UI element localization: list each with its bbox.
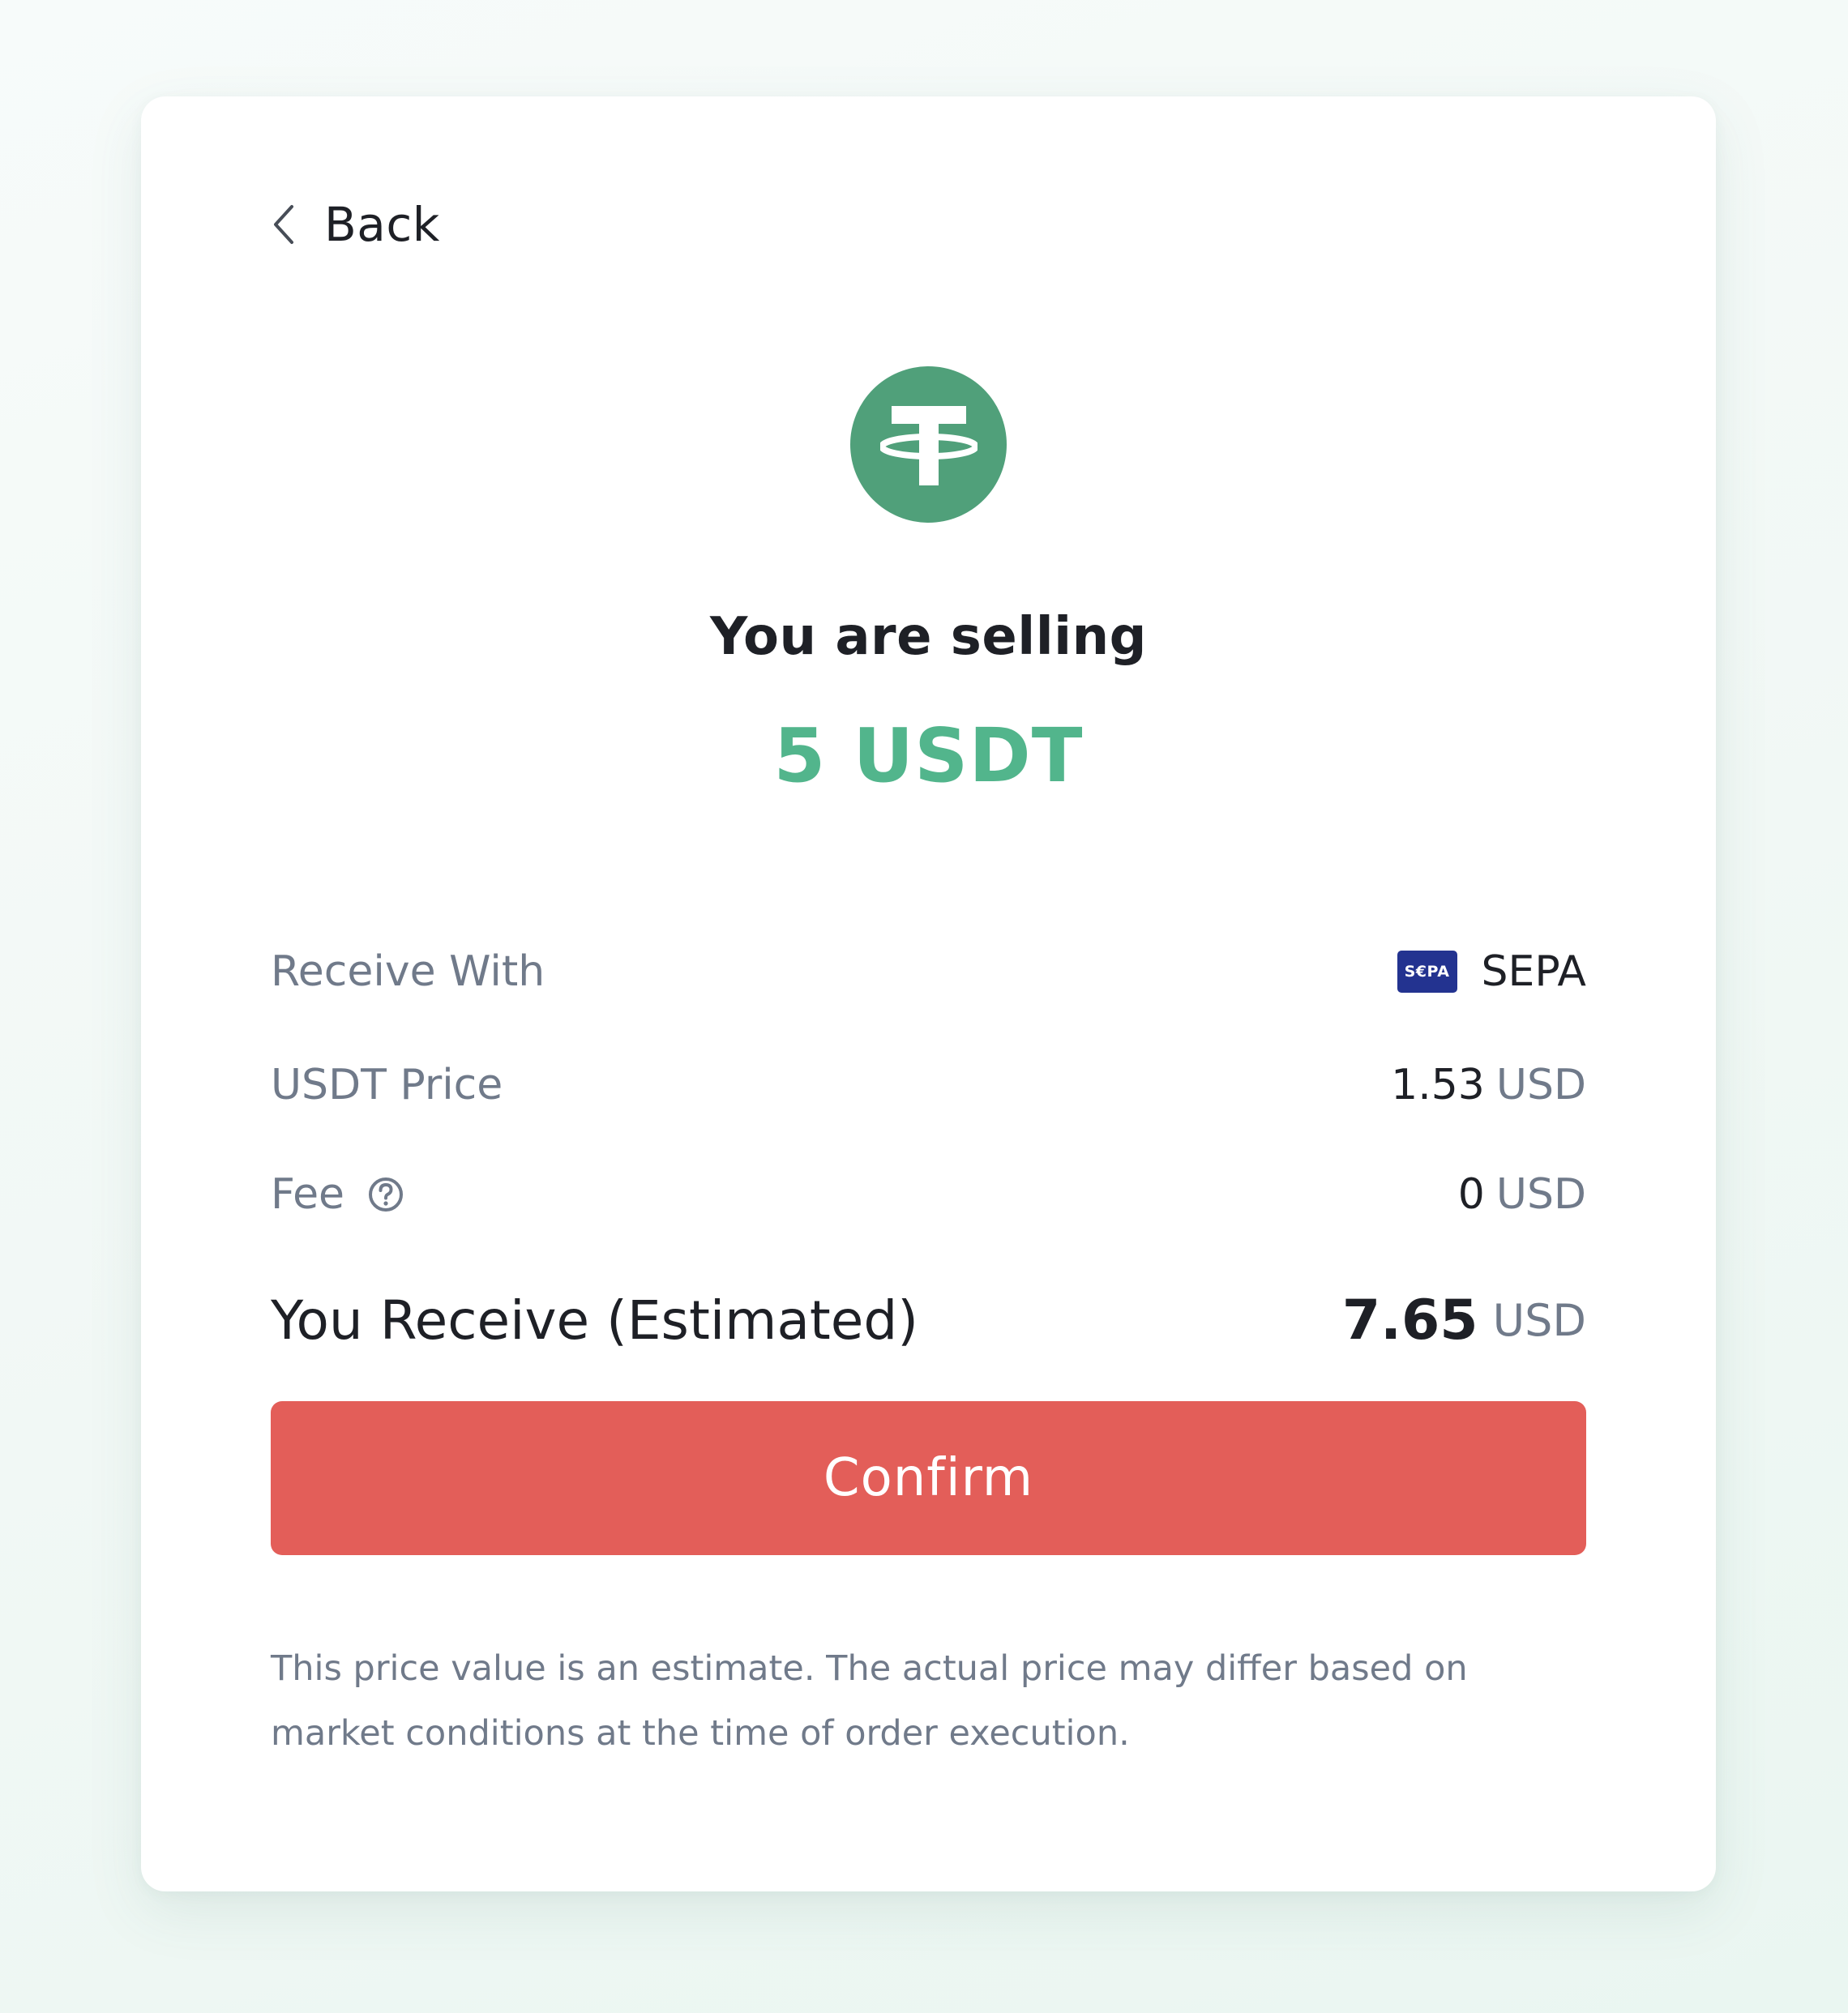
you-receive-row: You Receive (Estimated) 7.65 USD bbox=[271, 1271, 1586, 1369]
receive-with-label: Receive With bbox=[271, 947, 545, 996]
price-value: 1.53 USD bbox=[1391, 1061, 1586, 1109]
price-label: USDT Price bbox=[271, 1061, 503, 1109]
selling-title: You are selling bbox=[710, 607, 1147, 667]
price-disclaimer: This price value is an estimate. The act… bbox=[271, 1648, 1468, 1754]
you-receive-unit: USD bbox=[1492, 1294, 1586, 1346]
you-receive-value: 7.65 USD bbox=[1342, 1289, 1586, 1353]
price-row: USDT Price 1.53 USD bbox=[271, 1045, 1586, 1126]
sepa-logo-text: S€PA bbox=[1404, 963, 1450, 981]
fee-amount: 0 bbox=[1457, 1170, 1485, 1219]
payment-method: S€PA SEPA bbox=[1397, 947, 1586, 996]
back-label: Back bbox=[324, 197, 440, 252]
tether-logo-icon bbox=[850, 366, 1007, 523]
fee-unit: USD bbox=[1495, 1170, 1586, 1219]
fee-label: Fee bbox=[271, 1170, 345, 1219]
price-unit: USD bbox=[1495, 1061, 1586, 1109]
back-button[interactable]: Back bbox=[267, 184, 440, 265]
you-receive-label: You Receive (Estimated) bbox=[271, 1289, 919, 1352]
chevron-left-icon bbox=[267, 202, 300, 247]
you-receive-amount: 7.65 bbox=[1341, 1288, 1478, 1353]
sepa-logo-icon: S€PA bbox=[1397, 951, 1457, 993]
question-circle-icon[interactable] bbox=[367, 1176, 404, 1213]
confirm-button[interactable]: Confirm bbox=[271, 1401, 1586, 1555]
receive-with-row: Receive With S€PA SEPA bbox=[271, 931, 1586, 1012]
order-confirmation-card: Back You are selling 5 USDT Receive With… bbox=[141, 96, 1716, 1891]
payment-method-name: SEPA bbox=[1481, 947, 1586, 996]
fee-row: Fee 0 USD bbox=[271, 1154, 1586, 1235]
selling-amount: 5 USDT bbox=[773, 712, 1084, 799]
fee-value: 0 USD bbox=[1458, 1170, 1586, 1219]
fee-label-group: Fee bbox=[271, 1170, 404, 1219]
price-amount: 1.53 bbox=[1391, 1061, 1485, 1109]
